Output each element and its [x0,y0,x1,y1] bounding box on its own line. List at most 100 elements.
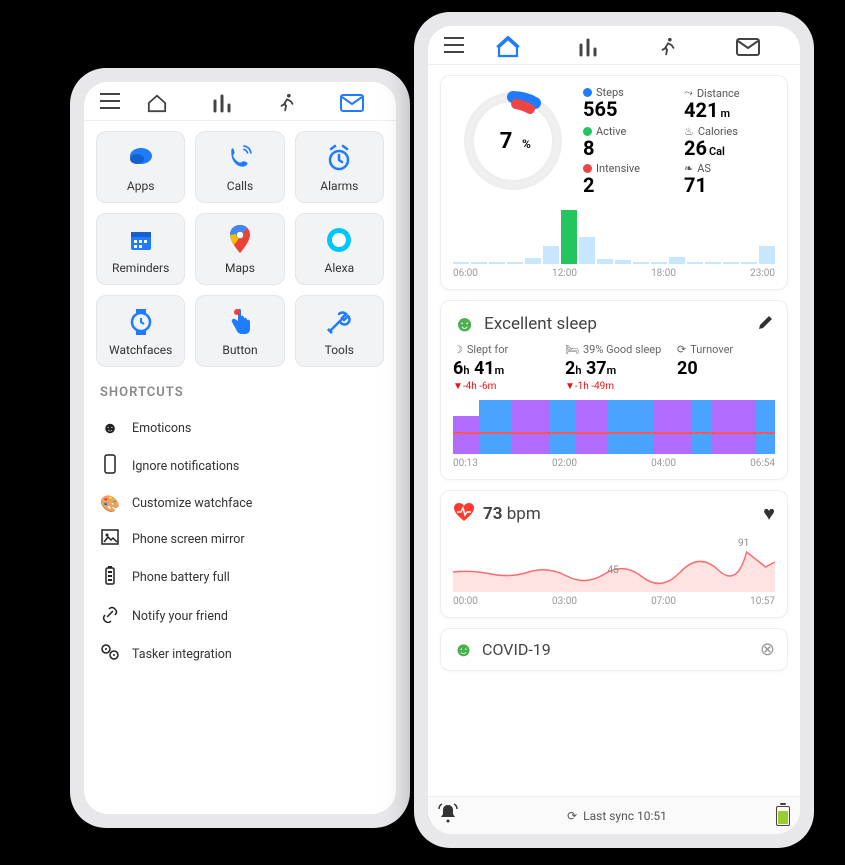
nav-run[interactable] [254,92,319,114]
menu-icon[interactable] [440,37,468,57]
sleep-card[interactable]: ☻ Excellent sleep ☽Slept for 6h 41m ▼-4h… [440,300,788,480]
link-icon [100,605,120,627]
covid-title: COVID-19 [482,640,551,659]
screen-left: Apps Calls Alarms Reminders Maps [84,82,396,814]
tile-button[interactable]: Button [195,295,284,367]
progress-ring: 7 % [453,86,573,196]
stat-active: Active 8 [583,125,674,159]
nav-stats[interactable] [189,93,254,113]
sleep-title: Excellent sleep [484,314,749,334]
image-icon [100,529,120,549]
close-icon[interactable]: ⊗ [760,639,775,660]
nav-run[interactable] [628,36,708,58]
shortcut-battery[interactable]: Phone battery full [96,557,384,597]
heart-axis: 00:00 03:00 07:00 10:57 [453,596,775,607]
battery-icon [776,806,790,826]
top-nav [84,82,396,121]
watch-icon [102,307,179,337]
left-content: Apps Calls Alarms Reminders Maps [84,121,396,814]
shortcut-ignore[interactable]: Ignore notifications [96,446,384,486]
tile-watchfaces[interactable]: Watchfaces [96,295,185,367]
svg-text:%: % [522,137,531,151]
activity-stats: Steps 565 ⤳Distance 421m Active 8 ♨Cal [583,86,775,196]
sync-status[interactable]: ⟳ Last sync 10:51 [468,809,766,823]
refresh-icon: ⟳ [567,809,577,823]
nav-mail[interactable] [319,94,384,112]
tile-label: Button [201,343,278,357]
top-nav [428,26,800,65]
tile-alarms[interactable]: Alarms [295,131,384,203]
calendar-icon [102,225,179,255]
sleep-chart [453,400,775,454]
shortcut-label: Ignore notifications [132,459,239,474]
heart-chart: 45 91 [453,532,775,592]
alexa-icon [301,225,378,255]
right-content: 7 % Steps 565 ⤳Distance 421m [428,65,800,796]
nav-stats[interactable] [548,37,628,57]
tile-label: Reminders [102,261,179,275]
stat-intensive: Intensive 2 [583,162,674,196]
battery-icon [100,565,120,589]
tile-maps[interactable]: Maps [195,213,284,285]
covid-card[interactable]: ☻ COVID-19 ⊗ [440,628,788,671]
shortcut-tasker[interactable]: Tasker integration [96,635,384,673]
shortcut-label: Phone battery full [132,570,230,585]
metric-good: 🛏39% Good sleep 2h 37m ▼-1h -49m [565,343,663,392]
chat-icon [102,143,179,173]
svg-text:7: 7 [500,129,513,154]
shortcut-label: Emoticons [132,421,191,436]
shortcut-customize[interactable]: 🎨 Customize watchface [96,486,384,521]
stat-calories: ♨Calories 26Cal [684,125,775,159]
palette-icon: 🎨 [100,494,120,513]
maps-icon [201,225,278,255]
dot-icon [583,88,592,97]
tile-label: Alexa [301,261,378,275]
phone-icon [201,143,278,173]
menu-icon[interactable] [96,93,124,113]
activity-card[interactable]: 7 % Steps 565 ⤳Distance 421m [440,75,788,290]
edit-icon[interactable] [757,313,775,335]
bed-icon: 🛏 [565,343,579,356]
shortcut-mirror[interactable]: Phone screen mirror [96,521,384,557]
tile-label: Apps [102,179,179,193]
sleep-axis: 00:13 02:00 04:00 06:54 [453,458,775,469]
shortcut-label: Tasker integration [132,647,232,662]
tile-tools[interactable]: Tools [295,295,384,367]
shortcut-emoticons[interactable]: ☻ Emoticons [96,410,384,446]
stat-steps: Steps 565 [583,86,674,121]
phone-left: Apps Calls Alarms Reminders Maps [70,68,410,828]
gears-icon [100,643,120,665]
nav-mail[interactable] [708,38,788,56]
tools-icon [301,307,378,337]
tile-calls[interactable]: Calls [195,131,284,203]
smile-icon: ☻ [453,311,476,337]
smile-icon: ☻ [453,637,474,662]
refresh-icon: ⟳ [677,343,686,356]
dot-icon [583,164,592,173]
tile-label: Maps [201,261,278,275]
shortcut-label: Notify your friend [132,609,228,624]
tile-alexa[interactable]: Alexa [295,213,384,285]
stat-as: ❧AS 71 [684,162,775,196]
shortcut-label: Phone screen mirror [132,532,245,547]
tile-reminders[interactable]: Reminders [96,213,185,285]
bell-icon[interactable] [438,803,458,828]
shortcuts-header: SHORTCUTS [100,385,380,400]
heart-pulse-icon [453,502,475,526]
nav-home[interactable] [124,93,189,113]
moon-icon: ☽ [453,343,463,356]
activity-axis: 06:00 12:00 18:00 23:00 [453,268,775,279]
tile-apps[interactable]: Apps [96,131,185,203]
metric-turnover: ⟳Turnover 20 [677,343,775,392]
phone-off-icon [100,454,120,478]
dot-icon [583,127,592,136]
nav-home[interactable] [468,36,548,58]
tile-label: Tools [301,343,378,357]
app-grid: Apps Calls Alarms Reminders Maps [96,131,384,367]
heart-card[interactable]: 73 bpm ♥ 45 91 00:00 03:00 07:00 10 [440,490,788,618]
shortcut-notify[interactable]: Notify your friend [96,597,384,635]
clock-icon [301,143,378,173]
smile-icon: ☻ [100,418,120,438]
heart-icon[interactable]: ♥ [763,501,775,526]
activity-chart [453,204,775,264]
